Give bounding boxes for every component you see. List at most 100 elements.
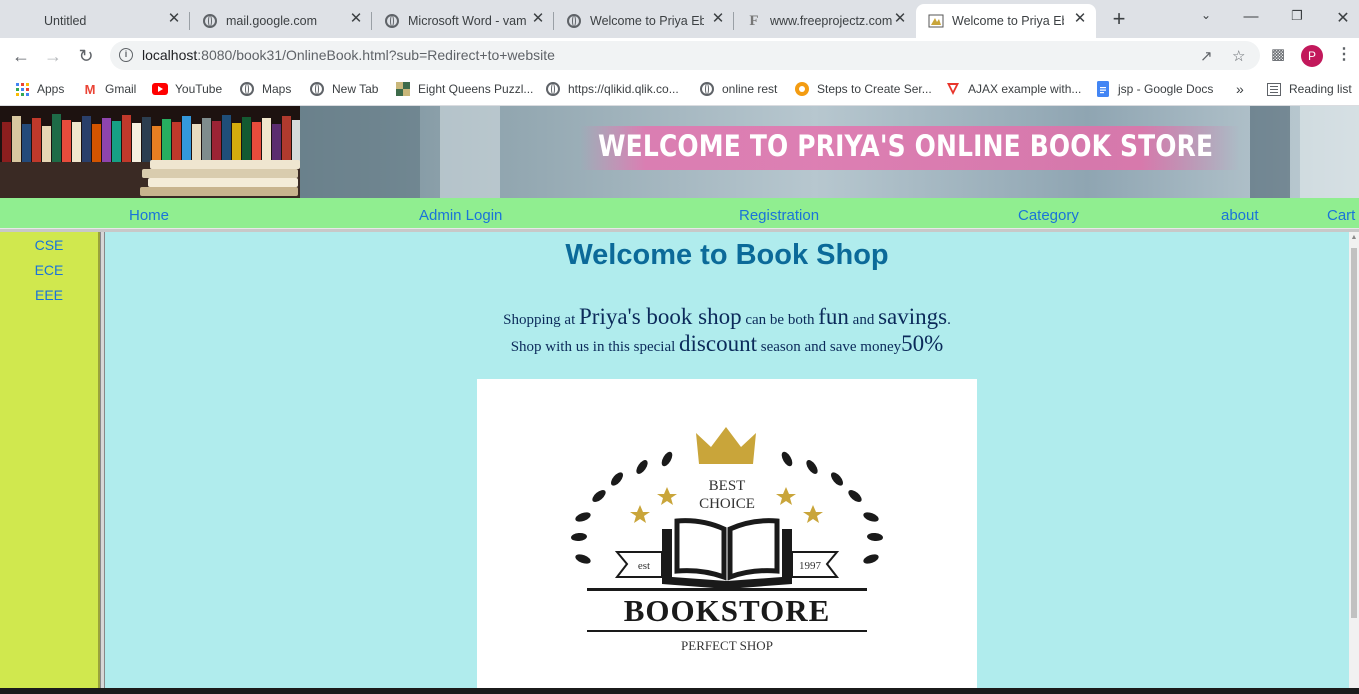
bookmark-steps[interactable]: Steps to Create Ser... <box>794 79 932 99</box>
share-icon[interactable]: ↗ <box>1200 47 1213 65</box>
menu-admin-login-link[interactable]: Admin Login <box>419 207 502 224</box>
bookmark-label: Eight Queens Puzzl... <box>418 82 534 96</box>
restore-icon[interactable]: ❐ <box>1287 8 1307 24</box>
url-text[interactable]: localhost:8080/book31/OnlineBook.html?su… <box>142 47 555 63</box>
bookmark-new-tab[interactable]: New Tab <box>309 79 378 99</box>
intro-text: season and save money <box>756 339 902 355</box>
bookmark-label: AJAX example with... <box>968 82 1082 96</box>
minimize-icon[interactable]: — <box>1241 8 1261 25</box>
browser-tab[interactable]: mail.google.com ✕ <box>190 4 372 38</box>
browser-tab[interactable]: Untitled ✕ <box>0 4 190 38</box>
star-icon <box>803 505 823 523</box>
intro-emphasis: discount <box>679 331 757 356</box>
tab-title: Welcome to Priya Ebo <box>952 14 1064 28</box>
scroll-up-icon[interactable]: ▲ <box>1349 234 1359 241</box>
close-window-icon[interactable]: ✕ <box>1333 8 1353 28</box>
extensions-puzzle-icon[interactable]: ▩ <box>1271 45 1285 63</box>
header-banner: WELCOME TO PRIYA'S ONLINE BOOK STORE <box>0 106 1359 198</box>
bookmark-label: Maps <box>262 82 292 96</box>
bookmark-label: jsp - Google Docs <box>1118 82 1214 96</box>
close-icon[interactable]: ✕ <box>530 11 546 27</box>
forward-arrow-icon[interactable]: → <box>42 45 64 67</box>
logo-rule-bottom <box>587 630 867 632</box>
bookstore-logo-image: BEST CHOICE est 1997 BOOKSTORE PERFECT S… <box>477 379 977 694</box>
bookshelf-image <box>0 106 300 198</box>
browser-tab[interactable]: Microsoft Word - vam ✕ <box>372 4 554 38</box>
star-icon <box>630 505 650 523</box>
url-host: localhost <box>142 47 198 63</box>
bookmark-youtube[interactable]: YouTube <box>152 79 222 99</box>
bookmark-ajax[interactable]: AJAX example with... <box>945 79 1081 99</box>
bookmark-maps[interactable]: Maps <box>239 79 291 99</box>
intro-text: Shop with us in this special <box>510 339 680 355</box>
bookmarks-overflow-button[interactable]: » <box>1236 79 1244 99</box>
web-page: WELCOME TO PRIYA'S ONLINE BOOK STORE Hom… <box>0 106 1359 694</box>
menu-home-link[interactable]: Home <box>129 207 169 224</box>
bookmark-qlik[interactable]: https://qlikid.qlik.co... <box>545 79 679 99</box>
menu-cart-link[interactable]: Cart <box>1327 207 1355 224</box>
close-icon[interactable]: ✕ <box>348 11 364 27</box>
open-book-icon <box>662 518 792 589</box>
bookmark-label: New Tab <box>332 82 379 96</box>
menu-kebab-icon[interactable]: ⋮ <box>1336 44 1352 64</box>
scroll-thumb[interactable] <box>1351 248 1357 618</box>
menu-registration-link[interactable]: Registration <box>739 207 819 224</box>
sidebar-item-eee[interactable]: EEE <box>0 287 98 303</box>
main-content: Welcome to Book Shop Shopping at Priya's… <box>105 232 1349 694</box>
sidebar-item-cse[interactable]: CSE <box>0 237 98 253</box>
address-bar[interactable]: i localhost:8080/book31/OnlineBook.html?… <box>110 41 1260 70</box>
gmail-icon: M <box>84 81 96 97</box>
tab-title: Welcome to Priya Ebo <box>590 14 704 28</box>
new-tab-button[interactable]: + <box>1109 8 1129 30</box>
browser-tab-active[interactable]: Welcome to Priya Ebo ✕ <box>916 4 1096 38</box>
bookmark-label: YouTube <box>175 82 223 96</box>
close-icon[interactable]: ✕ <box>1072 11 1088 27</box>
sidebar-item-ece[interactable]: ECE <box>0 262 98 278</box>
intro-emphasis: Priya's book shop <box>579 304 742 329</box>
browser-tab[interactable]: Welcome to Priya Ebo ✕ <box>554 4 734 38</box>
star-icon <box>657 487 677 505</box>
category-sidebar: CSE ECE EEE <box>0 232 100 694</box>
content-scrollbar[interactable]: ▲ <box>1349 232 1359 694</box>
globe-icon <box>566 13 582 29</box>
tutorial-icon <box>794 81 810 97</box>
bookmark-apps[interactable]: Apps <box>14 79 64 99</box>
globe-icon <box>699 81 715 97</box>
site-info-icon[interactable]: i <box>119 48 133 62</box>
logo-text-best: BEST <box>709 478 746 494</box>
main-menu: Home Admin Login Registration Category a… <box>0 198 1359 228</box>
tab-title: mail.google.com <box>226 14 318 28</box>
bookmark-star-icon[interactable]: ☆ <box>1232 47 1245 65</box>
intro-emphasis: savings <box>878 304 948 329</box>
bookmark-online-rest[interactable]: online rest <box>699 79 777 99</box>
page-title: Welcome to Book Shop <box>565 239 889 271</box>
chess-icon <box>395 81 411 97</box>
tab-search-icon[interactable]: ⌄ <box>1196 8 1216 22</box>
bookmark-label: https://qlikid.qlik.co... <box>568 82 679 96</box>
intro-line-2: Shop with us in this special discount se… <box>105 331 1349 357</box>
tab-title: www.freeprojectz.com <box>770 14 893 28</box>
tab-strip: Untitled ✕ mail.google.com ✕ Microsoft W… <box>0 0 1359 38</box>
close-icon[interactable]: ✕ <box>710 11 726 27</box>
intro-emphasis: fun <box>818 304 849 329</box>
logo-text-year: 1997 <box>799 560 822 572</box>
intro-text: Shopping at <box>503 312 579 328</box>
freeprojectz-icon: F <box>749 12 759 29</box>
reload-icon[interactable]: ↻ <box>75 45 97 67</box>
menu-category-link[interactable]: Category <box>1018 207 1079 224</box>
menu-about-link[interactable]: about <box>1221 207 1259 224</box>
youtube-icon <box>152 81 168 97</box>
close-icon[interactable]: ✕ <box>892 11 908 27</box>
browser-tab[interactable]: F www.freeprojectz.com ✕ <box>734 4 916 38</box>
reading-list-button[interactable]: Reading list <box>1266 79 1352 99</box>
bookstore-logo: BEST CHOICE est 1997 BOOKSTORE PERFECT S… <box>571 427 883 653</box>
bookmark-label: online rest <box>722 82 778 96</box>
avatar[interactable]: P <box>1301 45 1323 67</box>
bookmark-eight-queens[interactable]: Eight Queens Puzzl... <box>395 79 533 99</box>
intro-text: and <box>848 312 879 328</box>
bookmark-jsp-docs[interactable]: jsp - Google Docs <box>1095 79 1213 99</box>
close-icon[interactable]: ✕ <box>166 11 182 27</box>
apps-grid-icon <box>14 81 30 97</box>
back-arrow-icon[interactable]: ← <box>10 45 32 67</box>
bookmark-gmail[interactable]: M Gmail <box>82 79 137 99</box>
